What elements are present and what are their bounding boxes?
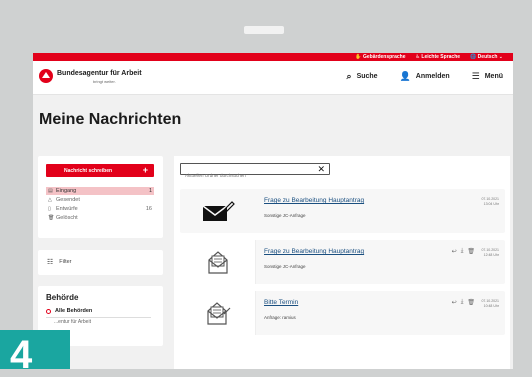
filter-card: ☷ Filter bbox=[38, 250, 163, 275]
folder-inbox[interactable]: ▤ Eingang 1 bbox=[46, 187, 154, 195]
service-bar: ✋ Gebärdensprache ♿ Leichte Sprache 🌐 De… bbox=[33, 53, 513, 61]
envelope-closed-icon bbox=[180, 189, 256, 233]
message-title[interactable]: Frage zu Bearbeitung Hauptantrag bbox=[264, 197, 364, 204]
brand-tagline: bringt weiter. bbox=[93, 79, 116, 84]
menu-button[interactable]: ☰ Menü bbox=[472, 72, 503, 81]
login-button[interactable]: 👤 Anmelden bbox=[400, 72, 450, 81]
message-date: 07.10.2021 10:48 Uhr bbox=[481, 299, 499, 308]
authority-title: Behörde bbox=[46, 293, 79, 302]
reply-icon[interactable]: ↩ bbox=[452, 248, 457, 255]
download-icon[interactable]: ⤓ bbox=[461, 248, 464, 255]
message-date: 07.10.2021 12:48 Uhr bbox=[481, 248, 499, 257]
language-select[interactable]: 🌐 Deutsch ⌄ bbox=[470, 54, 503, 60]
clear-search-icon[interactable]: ✕ bbox=[317, 164, 325, 174]
authority-option[interactable]: ...entur für Arbeit bbox=[54, 319, 91, 325]
folder-card: Nachricht schreiben + ▤ Eingang 1 △ Gese… bbox=[38, 156, 163, 238]
folder-deleted[interactable]: 🗑 Gelöscht bbox=[46, 214, 154, 222]
envelope-open-icon bbox=[180, 240, 256, 284]
message-list-panel: ✕ Frage zu Bearbeitung Hauptantrag Sonst… bbox=[174, 156, 510, 369]
plus-icon: + bbox=[142, 165, 148, 175]
message-title[interactable]: Bitte Termin bbox=[264, 299, 298, 306]
message-actions: ↩ ⤓ 🗑 bbox=[452, 248, 475, 255]
all-authorities-option[interactable]: Alle Behörden bbox=[46, 308, 92, 314]
divider bbox=[46, 317, 151, 318]
message-date: 07.10.2021 13:04 Uhr bbox=[481, 197, 499, 206]
draft-icon: ▯ bbox=[48, 206, 51, 212]
folder-drafts[interactable]: ▯ Entwürfe 16 bbox=[46, 205, 154, 213]
reply-icon[interactable]: ↩ bbox=[452, 299, 457, 306]
user-icon: 👤 bbox=[399, 71, 411, 81]
message-actions: ↩ ⤓ 🗑 bbox=[452, 299, 475, 306]
trash-icon: 🗑 bbox=[48, 215, 55, 221]
search-icon: ⌕ bbox=[346, 71, 352, 81]
ba-logo-icon[interactable] bbox=[39, 69, 53, 83]
page-title: Meine Nachrichten bbox=[39, 111, 182, 128]
trash-icon[interactable]: 🗑 bbox=[467, 248, 475, 255]
folder-sent[interactable]: △ Gesendet bbox=[46, 196, 154, 204]
device-notch bbox=[244, 26, 284, 34]
message-row[interactable]: Frage zu Bearbeitung Hauptantrag Sonstig… bbox=[180, 240, 505, 284]
site-header: Bundesagentur für Arbeit bringt weiter. … bbox=[33, 61, 513, 95]
filter-icon: ☷ bbox=[47, 259, 54, 266]
message-row[interactable]: Bitte Termin Anfrage: ramius ↩ ⤓ 🗑 07.10… bbox=[180, 291, 505, 335]
step-number: 4 bbox=[10, 333, 33, 377]
folder-search: ✕ bbox=[180, 163, 330, 181]
screen: ✋ Gebärdensprache ♿ Leichte Sprache 🌐 De… bbox=[33, 53, 513, 369]
device-frame: ✋ Gebärdensprache ♿ Leichte Sprache 🌐 De… bbox=[0, 0, 532, 375]
easy-language-link[interactable]: ♿ Leichte Sprache bbox=[416, 54, 461, 60]
trash-icon[interactable]: 🗑 bbox=[467, 299, 475, 306]
sign-language-link[interactable]: ✋ Gebärdensprache bbox=[355, 54, 405, 60]
download-icon[interactable]: ⤓ bbox=[461, 299, 464, 306]
brand-name[interactable]: Bundesagentur für Arbeit bbox=[57, 70, 142, 77]
search-button[interactable]: ⌕ Suche bbox=[347, 72, 378, 81]
radio-icon bbox=[46, 308, 51, 314]
message-row[interactable]: Frage zu Bearbeitung Hauptantrag Sonstig… bbox=[180, 189, 505, 233]
folder-search-input[interactable] bbox=[181, 170, 311, 181]
header-nav: ⌕ Suche 👤 Anmelden ☰ Menü bbox=[347, 72, 503, 81]
step-badge: 4 bbox=[0, 330, 70, 375]
write-message-button[interactable]: Nachricht schreiben + bbox=[46, 164, 154, 177]
message-subtitle: Sonstige JC-Anfrage bbox=[264, 264, 306, 269]
message-title[interactable]: Frage zu Bearbeitung Hauptantrag bbox=[264, 248, 364, 255]
envelope-open-icon bbox=[180, 291, 256, 335]
message-subtitle: Anfrage: ramius bbox=[264, 315, 296, 320]
inbox-icon: ▤ bbox=[48, 188, 53, 194]
filter-button[interactable]: ☷ Filter bbox=[47, 258, 72, 266]
hamburger-icon: ☰ bbox=[471, 71, 480, 81]
message-subtitle: Sonstige JC-Anfrage bbox=[264, 213, 306, 218]
sent-icon: △ bbox=[48, 197, 52, 203]
